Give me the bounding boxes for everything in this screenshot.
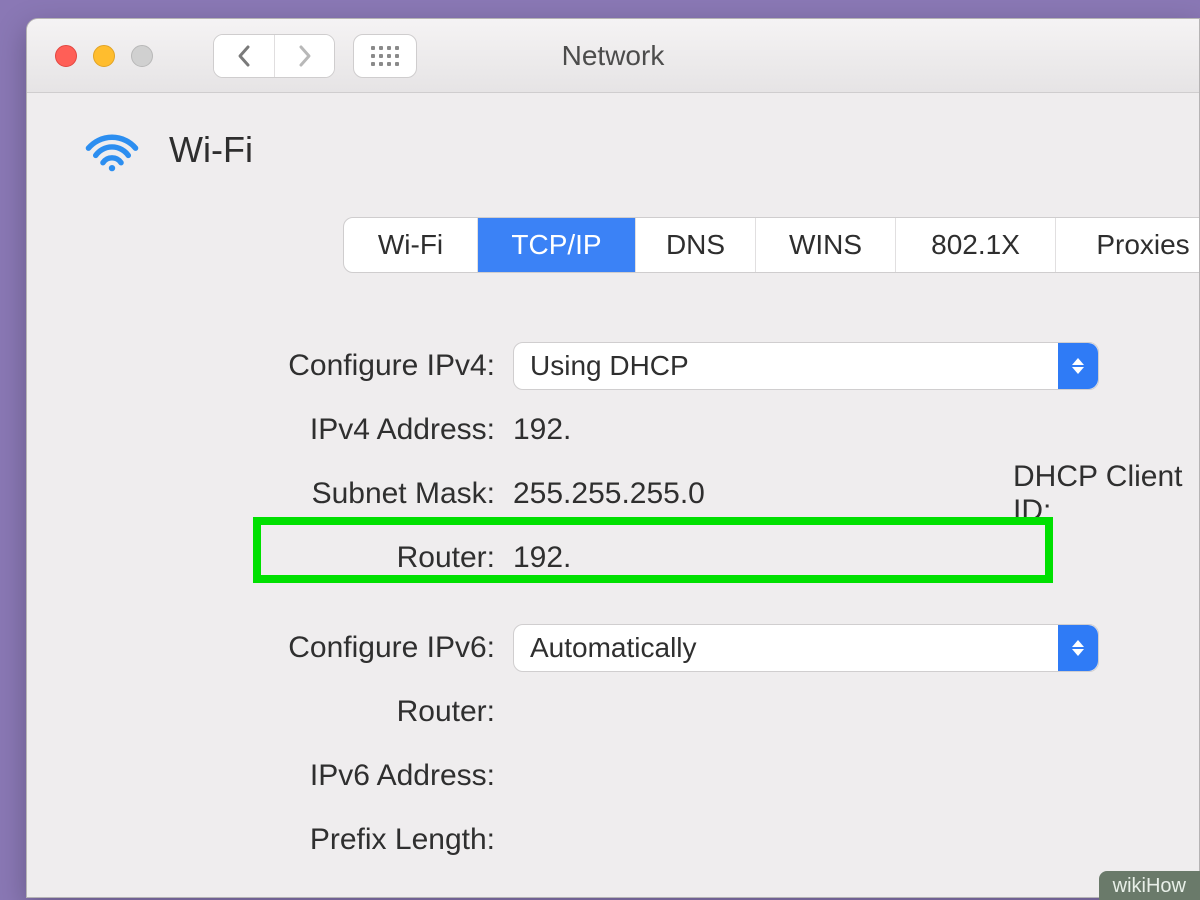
label-dhcp-client-id: DHCP Client ID: [1013,460,1199,528]
toolbar-nav-group [213,34,417,78]
row-subnet-mask: Subnet Mask: 255.255.255.0 DHCP Client I… [83,465,1199,523]
tab-8021x[interactable]: 802.1X [896,218,1056,272]
pane-title: Wi-Fi [169,129,253,171]
tab-tcpip[interactable]: TCP/IP [478,218,636,272]
label-ipv6-router: Router: [83,695,513,729]
wikihow-watermark: wikiHow [1099,871,1200,900]
label-prefix-length: Prefix Length: [83,823,513,857]
pane-heading: Wi-Fi [83,127,1199,173]
zoom-button[interactable] [131,45,153,67]
tab-dns[interactable]: DNS [636,218,756,272]
titlebar: Network [27,19,1199,93]
dropdown-stepper-icon [1058,343,1098,389]
tcpip-form: Configure IPv4: Using DHCP IPv4 Address:… [83,337,1199,869]
row-configure-ipv4: Configure IPv4: Using DHCP [83,337,1199,395]
close-button[interactable] [55,45,77,67]
label-configure-ipv4: Configure IPv4: [83,349,513,383]
chevron-left-icon [235,44,253,68]
minimize-button[interactable] [93,45,115,67]
label-subnet-mask: Subnet Mask: [83,477,513,511]
forward-button[interactable] [274,35,334,77]
label-ipv4-router: Router: [83,541,513,575]
grid-icon [371,46,399,66]
back-button[interactable] [214,35,274,77]
nav-back-forward [213,34,335,78]
value-ipv4-address: 192. [513,413,571,447]
label-ipv4-address: IPv4 Address: [83,413,513,447]
system-preferences-window: Network Wi-Fi Wi-Fi TCP/IP DNS WINS 802 [26,18,1200,898]
tab-wins[interactable]: WINS [756,218,896,272]
select-configure-ipv4-value: Using DHCP [530,350,689,382]
select-configure-ipv4[interactable]: Using DHCP [513,342,1099,390]
row-prefix-length: Prefix Length: [83,811,1199,869]
label-ipv6-address: IPv6 Address: [83,759,513,793]
tabs-container: Wi-Fi TCP/IP DNS WINS 802.1X Proxies [343,217,1199,273]
tabs: Wi-Fi TCP/IP DNS WINS 802.1X Proxies [343,217,1200,273]
traffic-lights [55,45,153,67]
select-configure-ipv6[interactable]: Automatically [513,624,1099,672]
tab-wifi[interactable]: Wi-Fi [344,218,478,272]
row-ipv4-address: IPv4 Address: 192. [83,401,1199,459]
row-ipv6-router: Router: [83,683,1199,741]
chevron-right-icon [296,44,314,68]
value-subnet-mask: 255.255.255.0 [513,477,705,511]
window-title: Network [27,40,1199,72]
tab-proxies[interactable]: Proxies [1056,218,1200,272]
row-configure-ipv6: Configure IPv6: Automatically [83,619,1199,677]
show-all-button[interactable] [353,34,417,78]
row-ipv4-router: Router: 192. [83,529,1199,587]
row-ipv6-address: IPv6 Address: [83,747,1199,805]
content-pane: Wi-Fi Wi-Fi TCP/IP DNS WINS 802.1X Proxi… [27,93,1199,869]
dropdown-stepper-icon [1058,625,1098,671]
select-configure-ipv6-value: Automatically [530,632,697,664]
value-ipv4-router: 192. [513,541,571,575]
wifi-icon [83,127,141,173]
label-configure-ipv6: Configure IPv6: [83,631,513,665]
